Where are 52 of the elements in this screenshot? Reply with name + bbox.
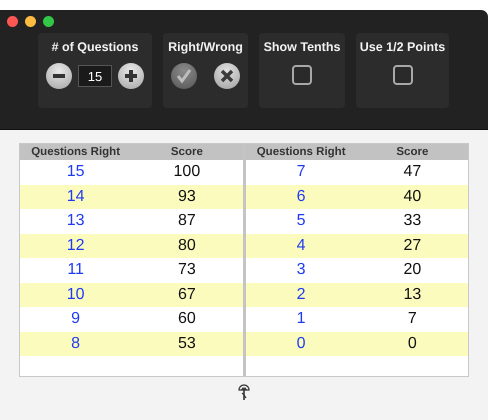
column-header: Questions Right (256, 146, 347, 158)
score-cell-text: 87 (176, 212, 197, 230)
score-cell-text: 33 (402, 212, 422, 230)
zoom-icon[interactable] (43, 16, 54, 27)
questions-right-cell-text: 10 (66, 286, 86, 304)
score-cell-text: 53 (176, 334, 197, 353)
panel-label: Right/Wrong (168, 40, 243, 54)
questions-right-cell-text: 5 (296, 212, 307, 230)
questions-right-cell-text: 1 (296, 310, 307, 328)
questions-right-cell-text: 2 (296, 286, 307, 304)
questions-right-cell-text: 11 (66, 261, 85, 280)
score-cell-text: 80 (176, 236, 197, 255)
score-cell-text: 13 (402, 286, 422, 304)
questions-right-cell-text: 12 (66, 236, 86, 255)
panel-label: Use 1/2 Points (360, 40, 446, 54)
questions-right-cell-text: 7 (296, 163, 307, 182)
checkbox[interactable] (392, 65, 412, 85)
score-cell-text: 73 (176, 261, 197, 280)
questions-right-cell-text: 0 (296, 334, 307, 353)
score-cell-text: 40 (402, 188, 422, 206)
questions-right-cell-text: 15 (66, 163, 86, 182)
questions-right-cell-text: 3 (296, 261, 307, 280)
score-cell-text: 27 (402, 236, 422, 255)
score-cell-text: 100 (172, 163, 202, 182)
questions-right-cell-text: 4 (296, 236, 307, 255)
questions-right-cell-text: 13 (66, 212, 86, 230)
score-cell-text: 60 (176, 310, 197, 328)
column-header: Score (170, 146, 204, 158)
column-header: Questions Right (30, 146, 122, 158)
questions-right-cell-text: 9 (70, 310, 82, 328)
question-count-field[interactable]: 15 (78, 65, 112, 87)
plus-icon (124, 69, 138, 83)
check-button[interactable] (171, 63, 197, 89)
score-cell-text: 0 (406, 334, 418, 353)
score-cell-text: 7 (406, 310, 418, 328)
cross-button[interactable] (214, 63, 240, 89)
score-cell-text: 20 (402, 261, 422, 280)
score-cell-text: 93 (176, 188, 197, 206)
questions-right-cell-text: 14 (66, 188, 86, 206)
increment-button[interactable] (118, 63, 144, 89)
column-header: Score (395, 146, 430, 158)
panel-label: Show Tenths (264, 40, 340, 54)
panel-label: # of Questions (52, 40, 138, 54)
decrement-button[interactable] (46, 63, 72, 89)
minimize-icon[interactable] (25, 16, 36, 27)
close-icon[interactable] (7, 16, 18, 27)
checkbox[interactable] (292, 65, 312, 85)
broadcast-icon[interactable] (238, 384, 250, 402)
questions-right-cell-text: 8 (70, 334, 82, 353)
questions-right-cell-text: 6 (296, 188, 307, 206)
score-cell-text: 47 (402, 163, 422, 182)
score-cell-text: 67 (176, 286, 197, 304)
